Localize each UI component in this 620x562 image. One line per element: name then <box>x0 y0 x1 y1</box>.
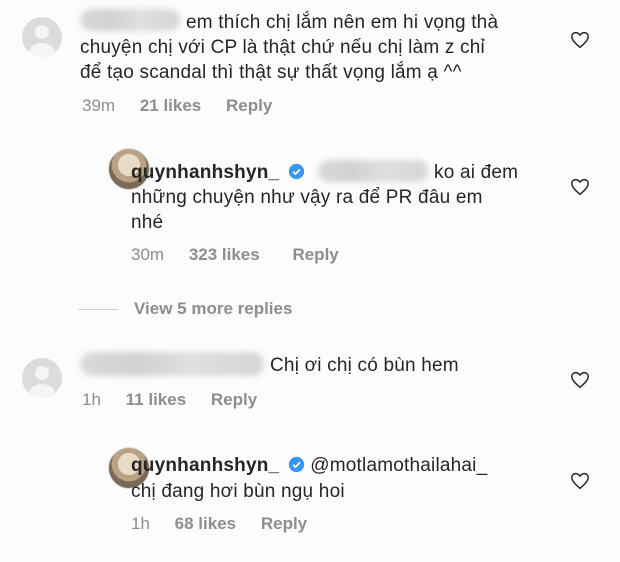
comment-meta: 1h 68 likes Reply <box>131 514 327 534</box>
comment-meta: 39m 21 likes Reply <box>82 96 292 116</box>
timestamp: 30m <box>131 245 165 264</box>
comment-text: Chị ơi chị có bùn hem <box>270 355 459 376</box>
blurred-mention <box>318 160 428 182</box>
reply-button[interactable]: Reply <box>261 514 307 533</box>
username[interactable]: quynhanhshyn_ <box>131 455 279 476</box>
default-avatar-icon <box>29 366 55 398</box>
comment-text: chị đang hơi bùn ngụ hoi <box>131 481 345 502</box>
comment-text: những chuyện như vậy ra để PR đâu em <box>131 187 483 208</box>
avatar[interactable] <box>22 17 62 57</box>
reply-button[interactable]: Reply <box>226 96 272 115</box>
mention-link[interactable]: @motlamothailahai_ <box>310 455 487 476</box>
likes-count[interactable]: 323 likes <box>189 245 260 264</box>
comment-text: em thích chị lắm nên em hi vọng thà <box>186 12 499 33</box>
blurred-username <box>80 9 180 31</box>
avatar[interactable] <box>22 358 62 398</box>
username[interactable]: quynhanhshyn_ <box>131 162 279 183</box>
comment-text: quynhanhshyn_ <box>131 161 305 185</box>
reply-button[interactable]: Reply <box>292 245 338 264</box>
view-more-label[interactable]: View 5 more replies <box>134 299 292 318</box>
view-more-replies[interactable]: View 5 more replies <box>78 299 292 319</box>
reply-button[interactable]: Reply <box>211 390 257 409</box>
divider <box>78 309 118 311</box>
blurred-username <box>80 352 264 376</box>
default-avatar-icon <box>29 25 55 57</box>
heart-outline-icon[interactable] <box>570 371 590 389</box>
heart-outline-icon[interactable] <box>570 472 590 490</box>
verified-badge-icon <box>288 163 304 180</box>
comment-meta: 30m 323 likes Reply <box>131 245 359 265</box>
verified-badge-icon <box>288 456 304 473</box>
likes-count[interactable]: 21 likes <box>140 96 201 115</box>
comment-meta: 1h 11 likes Reply <box>82 390 277 410</box>
timestamp: 1h <box>131 514 150 533</box>
timestamp: 39m <box>82 96 116 115</box>
comment-text: ko ai đem <box>434 162 519 183</box>
heart-outline-icon[interactable] <box>570 31 590 49</box>
likes-count[interactable]: 68 likes <box>175 514 236 533</box>
heart-outline-icon[interactable] <box>570 178 590 196</box>
comment-text: nhé <box>131 212 164 233</box>
comment-text: quynhanhshyn_ @motlamothailahai_ <box>131 454 487 478</box>
likes-count[interactable]: 11 likes <box>126 390 187 409</box>
comment-text: chuyện chị với CP là thật chứ nếu chị là… <box>80 37 485 58</box>
timestamp: 1h <box>82 390 101 409</box>
comment-text: để tạo scandal thì thật sự thất vọng lắm… <box>80 62 462 83</box>
